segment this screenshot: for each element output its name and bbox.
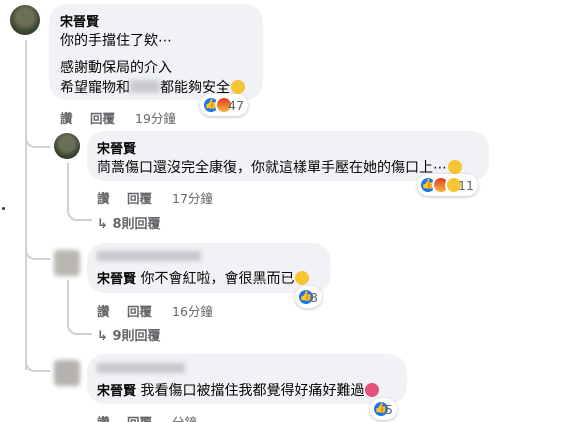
reaction-summary[interactable]: 👍 11 (417, 174, 478, 196)
like-button[interactable]: 讚 (97, 301, 110, 320)
thread-connector (67, 280, 92, 335)
reply-arrow-icon: ↳ (97, 329, 108, 344)
reply-text: 宋晉賢 你不會紅啦，會很黑而已 (97, 268, 310, 288)
thread-connector (25, 352, 50, 372)
view-replies-label: 9則回覆 (112, 329, 161, 344)
comment-line-3-start: 希望寵物和 (60, 80, 130, 96)
reply-button[interactable]: 回覆 (90, 108, 115, 127)
reply-text-content: 茼蒿傷口還沒完全康復，你就這樣單手壓在她的傷口上⋯ (97, 160, 447, 176)
timestamp[interactable]: 19分鐘 (135, 108, 176, 127)
like-button[interactable]: 讚 (97, 188, 110, 207)
timestamp[interactable]: 17分鐘 (172, 188, 213, 207)
page-dot (2, 207, 5, 210)
timestamp[interactable]: 分鐘 (172, 412, 197, 422)
reaction-count: 5 (385, 401, 393, 417)
reply-text: 宋晉賢 我看傷口被擋住我都覺得好痛好難過 (97, 380, 380, 400)
like-button[interactable]: 讚 (60, 108, 73, 127)
thread-connector (25, 240, 50, 260)
reply-button[interactable]: 回覆 (127, 301, 152, 320)
reaction-summary[interactable]: 👍 5 (370, 398, 397, 420)
disappointed-emoji-icon (365, 383, 380, 397)
view-replies-link[interactable]: ↳ 8則回覆 (97, 213, 160, 232)
like-button[interactable]: 讚 (97, 412, 110, 422)
reaction-summary[interactable]: 👍 47 (200, 94, 248, 116)
reaction-count: 47 (228, 97, 244, 113)
view-replies-link[interactable]: ↳ 9則回覆 (97, 325, 160, 344)
reply-text-content: 你不會紅啦，會很黑而已 (140, 271, 295, 287)
avatar[interactable] (54, 360, 80, 386)
thread-connector (25, 128, 50, 148)
reaction-count: 11 (458, 177, 474, 193)
reply-text: 茼蒿傷口還沒完全康復，你就這樣單手壓在她的傷口上⋯ (97, 157, 462, 177)
avatar[interactable] (54, 133, 80, 159)
reaction-summary[interactable]: 👍 8 (295, 286, 322, 308)
reaction-count: 8 (310, 289, 318, 305)
avatar[interactable] (10, 5, 40, 35)
comment-line-1: 你的手擋住了欸⋯ (60, 33, 172, 49)
comment-line-2: 感謝動保局的介入 (60, 60, 172, 76)
reply-button[interactable]: 回覆 (127, 412, 152, 422)
reply-author[interactable]: 宋晉賢 (97, 384, 136, 399)
grinning-sweat-emoji-icon (231, 80, 245, 94)
redacted-text (130, 80, 160, 93)
redacted-name (97, 251, 201, 261)
reply-author[interactable]: 宋晉賢 (97, 272, 136, 287)
avatar[interactable] (54, 250, 80, 276)
thread-line (25, 40, 27, 370)
reply-text-content: 我看傷口被擋住我都覺得好痛好難過 (140, 383, 365, 399)
reply-author[interactable]: 宋晉賢 (97, 138, 136, 157)
reply-button[interactable]: 回覆 (127, 188, 152, 207)
redacted-name (97, 363, 185, 373)
thread-connector (67, 163, 92, 221)
comment-author[interactable]: 宋晉賢 (60, 11, 99, 30)
unamused-emoji-icon (448, 160, 462, 174)
laughing-tears-emoji-icon (295, 271, 310, 285)
timestamp[interactable]: 16分鐘 (172, 301, 213, 320)
reply-arrow-icon: ↳ (97, 217, 108, 232)
view-replies-label: 8則回覆 (112, 217, 161, 232)
